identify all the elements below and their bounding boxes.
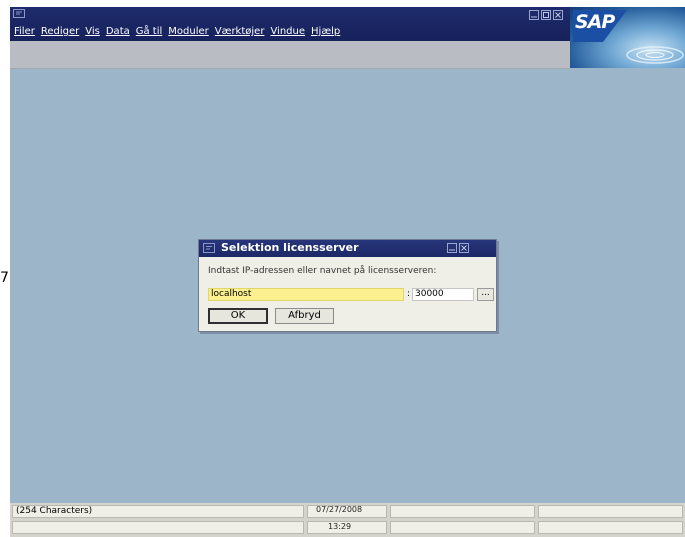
- close-icon: [461, 245, 467, 251]
- dialog-prompt: Indtast IP-adressen eller navnet på lice…: [208, 266, 437, 276]
- dialog-title-bar[interactable]: Selektion licensserver: [199, 240, 496, 257]
- sap-main-window: Filer Rediger Vis Data Gå til Moduler Væ…: [10, 7, 685, 537]
- dialog-window-controls: [447, 243, 469, 253]
- close-icon: [555, 12, 561, 18]
- dialog-close-button[interactable]: [459, 243, 469, 253]
- maximize-icon: [543, 12, 549, 18]
- menu-item-hjaelp[interactable]: Hjælp: [309, 26, 344, 37]
- status-message: (254 Characters): [12, 505, 304, 518]
- server-host-input[interactable]: localhost: [208, 288, 404, 301]
- sap-logo-text: SAP: [575, 11, 615, 33]
- menu-item-vis[interactable]: Vis: [83, 26, 104, 37]
- cancel-button[interactable]: Afbryd: [275, 308, 334, 324]
- water-ripple-graphic: [626, 46, 684, 64]
- dialog-title: Selektion licensserver: [221, 241, 359, 254]
- minimize-icon: [531, 16, 537, 18]
- menu-item-filer[interactable]: Filer: [12, 26, 39, 37]
- window-icon: [13, 9, 25, 18]
- status-time: 13:29: [328, 522, 352, 531]
- ok-button[interactable]: OK: [208, 308, 268, 324]
- license-server-dialog: Selektion licensserver Indtast IP-adress…: [198, 239, 497, 332]
- edge-fragment-text: 7: [0, 270, 9, 286]
- menu-item-vaerktojer[interactable]: Værktøjer: [213, 26, 269, 37]
- server-port-input[interactable]: 30000: [412, 288, 474, 301]
- menu-item-ga-til[interactable]: Gå til: [134, 26, 167, 37]
- toolbar: [10, 41, 570, 69]
- status-cell: [390, 505, 535, 518]
- sap-logo-area: SAP: [570, 7, 685, 68]
- menu-item-moduler[interactable]: Moduler: [166, 26, 212, 37]
- close-button[interactable]: [553, 10, 563, 20]
- menu-item-data[interactable]: Data: [104, 26, 134, 37]
- status-cell: [538, 521, 683, 534]
- port-separator: :: [407, 289, 411, 299]
- dialog-minimize-button[interactable]: [447, 243, 457, 253]
- status-cell: [390, 521, 535, 534]
- status-message-secondary: [12, 521, 304, 534]
- minimize-icon: [449, 249, 455, 251]
- window-controls: [529, 10, 563, 20]
- window-icon: [203, 243, 215, 253]
- minimize-button[interactable]: [529, 10, 539, 20]
- status-cell: [538, 505, 683, 518]
- maximize-button[interactable]: [541, 10, 551, 20]
- menu-item-rediger[interactable]: Rediger: [39, 26, 83, 37]
- status-date: 07/27/2008: [316, 505, 363, 514]
- browse-server-button[interactable]: ...: [477, 288, 494, 301]
- menu-item-vindue[interactable]: Vindue: [268, 26, 309, 37]
- main-menu: Filer Rediger Vis Data Gå til Moduler Væ…: [12, 26, 344, 37]
